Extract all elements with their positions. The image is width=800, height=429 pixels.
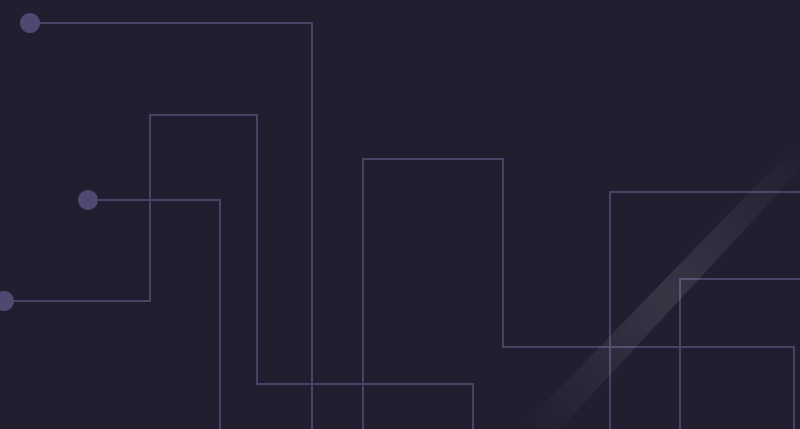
circuit-trace-1	[30, 22, 313, 429]
circuit-node-2	[78, 190, 98, 210]
circuit-background	[0, 0, 800, 429]
circuit-trace-6	[679, 278, 800, 429]
circuit-node-3	[0, 291, 14, 311]
circuit-lines	[0, 13, 800, 429]
circuit-node-1	[20, 13, 40, 33]
circuit-trace-3	[88, 199, 221, 429]
light-sheen	[520, 140, 800, 429]
circuit-trace-2	[5, 114, 474, 429]
